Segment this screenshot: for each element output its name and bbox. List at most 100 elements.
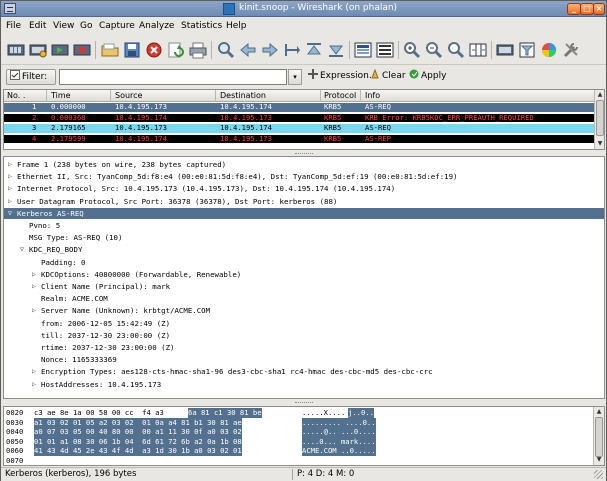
detail-line[interactable]: ▷ Internet Protocol, Src: 10.4.195.173 (1… [4, 183, 604, 194]
packet-row[interactable]: 3 2.179165 10.4.195.173 10.4.195.174 KRB5 AS-… [4, 123, 594, 133]
hex-dump-line[interactable]: 0020 c3 ae 8e 1a 00 58 00 cc f4 a3 6a 81 c… [4, 408, 592, 418]
column-header-time[interactable]: Time [51, 91, 71, 100]
reload-icon[interactable] [166, 40, 186, 60]
scroll-down-icon[interactable]: ▼ [596, 140, 604, 148]
hex-dump-line[interactable]: 0070 [4, 456, 592, 465]
close-button[interactable]: × [593, 3, 605, 15]
expand-arrow-icon[interactable]: ▷ [32, 379, 36, 390]
resize-grip-icon[interactable] [594, 470, 603, 479]
first-packet-icon[interactable] [304, 40, 324, 60]
hex-dump-line[interactable]: 0050 01 01 a1 08 30 06 1b 04 6d 61 72 6b … [4, 436, 592, 447]
detail-line[interactable]: ▷ Server Name (Unknown): krbtgt/ACME.COM [4, 305, 604, 316]
last-packet-icon[interactable] [326, 40, 346, 60]
expand-arrow-icon[interactable]: ▷ [8, 159, 12, 170]
detail-line[interactable]: ▷ Encryption Types: aes128-cts-hmac-sha1-… [4, 366, 604, 377]
window-menu-icon[interactable] [4, 3, 16, 14]
expand-arrow-icon[interactable]: ▷ [32, 269, 36, 280]
close-file-icon[interactable] [144, 40, 164, 60]
scrollbar-thumb[interactable] [596, 100, 604, 136]
detail-line[interactable]: Pvno: 5 [4, 220, 604, 231]
preferences-icon[interactable] [561, 40, 581, 60]
packet-list-scrollbar[interactable]: ▲ ▼ [594, 90, 604, 149]
menu-edit[interactable]: Edit [29, 21, 46, 31]
menu-statistics[interactable]: Statistics [181, 21, 222, 31]
detail-line[interactable]: from: 2006-12-05 15:42:49 (Z) [4, 318, 604, 329]
zoom-out-icon[interactable] [424, 40, 444, 60]
resize-columns-icon[interactable] [468, 40, 488, 60]
packet-time: 2.179165 [51, 123, 86, 132]
title-bar[interactable]: kinit.snoop - Wireshark (on phalan) _ □ … [1, 1, 606, 17]
menu-go[interactable]: Go [80, 21, 92, 31]
detail-line[interactable]: Nonce: 1165333369 [4, 354, 604, 365]
filter-history-dropdown[interactable]: ▾ [288, 69, 302, 85]
capture-filters-icon[interactable] [495, 40, 515, 60]
menu-capture[interactable]: Capture [99, 21, 135, 31]
column-header-source[interactable]: Source [115, 91, 142, 100]
detail-line[interactable]: ▽ KDC_REQ_BODY [4, 244, 604, 255]
detail-line[interactable]: Padding: 0 [4, 257, 604, 268]
detail-line[interactable]: ▷ Client Name (Principal): mark [4, 281, 604, 292]
expand-arrow-icon[interactable]: ▷ [32, 366, 36, 377]
hex-dump-line[interactable]: 0030 a1 03 02 01 05 a2 03 02 01 0a a4 81 … [4, 417, 592, 428]
detail-line[interactable]: ▷ Frame 1 (238 bytes on wire, 238 bytes c… [4, 159, 604, 170]
filter-input[interactable] [59, 69, 287, 85]
bytes-scrollbar[interactable]: ▲ ▼ [593, 407, 604, 465]
menu-file[interactable]: File [6, 21, 21, 31]
scrollbar-thumb[interactable] [595, 417, 603, 457]
hex-dump-line[interactable]: 0060 41 43 4d 45 2e 43 4f 4d a3 1d 30 1b … [4, 446, 592, 456]
detail-line[interactable]: ▷ User Datagram Protocol, Src Port: 36378… [4, 196, 604, 207]
packet-row[interactable]: 1 0.000000 10.4.195.173 10.4.195.174 KRB5 AS-… [4, 102, 594, 112]
minimize-button[interactable]: _ [567, 3, 581, 15]
display-filters-icon[interactable] [517, 40, 537, 60]
column-header-destination[interactable]: Destination [220, 91, 266, 100]
print-icon[interactable] [188, 40, 208, 60]
maximize-button[interactable]: □ [580, 3, 594, 15]
clear-button[interactable]: Clear [367, 69, 409, 85]
menu-analyze[interactable]: Analyze [139, 21, 174, 31]
expand-arrow-icon[interactable]: ▷ [8, 183, 12, 194]
filter-button[interactable]: Filter: [6, 69, 56, 85]
start-capture-icon[interactable] [50, 40, 70, 60]
auto-scroll-icon[interactable] [375, 40, 395, 60]
collapse-arrow-icon[interactable]: ▽ [8, 208, 12, 219]
forward-icon[interactable] [260, 40, 280, 60]
detail-line[interactable]: ▷ KDCOptions: 40800000 (Forwardable, Rene… [4, 269, 604, 280]
hex-dump-line[interactable]: 0040 a0 07 03 05 00 40 80 00 00 a1 11 30 … [4, 427, 592, 437]
back-icon[interactable] [238, 40, 258, 60]
packet-row[interactable]: 2 0.000368 10.4.195.174 10.4.195.173 KRB5 KRB… [4, 113, 594, 122]
expand-arrow-icon[interactable]: ▷ [32, 305, 36, 316]
column-header-info[interactable]: Info [365, 91, 380, 100]
apply-button[interactable]: Apply [406, 69, 449, 85]
collapse-arrow-icon[interactable]: ▽ [20, 244, 24, 255]
detail-line[interactable]: till: 2037-12-30 23:00:00 (Z) [4, 330, 604, 341]
save-file-icon[interactable] [122, 40, 142, 60]
zoom-in-icon[interactable] [402, 40, 422, 60]
expand-arrow-icon[interactable]: ▷ [32, 281, 36, 292]
coloring-rules-icon[interactable] [539, 40, 559, 60]
scroll-up-icon[interactable]: ▲ [595, 408, 603, 416]
column-header-protocol[interactable]: Protocol [324, 91, 356, 100]
find-icon[interactable] [216, 40, 236, 60]
expand-arrow-icon[interactable]: ▷ [8, 171, 12, 182]
scroll-up-icon[interactable]: ▲ [596, 91, 604, 99]
capture-options-icon[interactable] [28, 40, 48, 60]
expand-arrow-icon[interactable]: ▷ [8, 196, 12, 207]
scroll-down-icon[interactable]: ▼ [595, 456, 603, 464]
zoom-normal-icon[interactable] [446, 40, 466, 60]
interface-list-icon[interactable] [6, 40, 26, 60]
colorize-icon[interactable] [353, 40, 373, 60]
packet-row[interactable]: 4 2.179599 10.4.195.174 10.4.195.173 KRB5 AS-… [4, 133, 594, 143]
column-header-no[interactable]: No. . [7, 91, 25, 100]
detail-line[interactable]: ▷ HostAddresses: 10.4.195.173 [4, 379, 604, 390]
detail-line[interactable]: MSG Type: AS-REQ (10) [4, 232, 604, 243]
detail-line[interactable]: ▽ Kerberos AS-REQ [4, 207, 604, 219]
detail-line[interactable]: Realm: ACME.COM [4, 293, 604, 304]
open-file-icon[interactable] [100, 40, 120, 60]
detail-line[interactable]: rtime: 2037-12-30 23:00:00 (Z) [4, 342, 604, 353]
go-to-packet-icon[interactable] [282, 40, 302, 60]
menu-help[interactable]: Help [226, 21, 247, 31]
menu-view[interactable]: View [53, 21, 74, 31]
stop-capture-icon[interactable] [72, 40, 92, 60]
packet-time: 2.179599 [51, 133, 86, 143]
detail-line[interactable]: ▷ Ethernet II, Src: TyanComp_5d:f8:e4 (00… [4, 171, 604, 182]
